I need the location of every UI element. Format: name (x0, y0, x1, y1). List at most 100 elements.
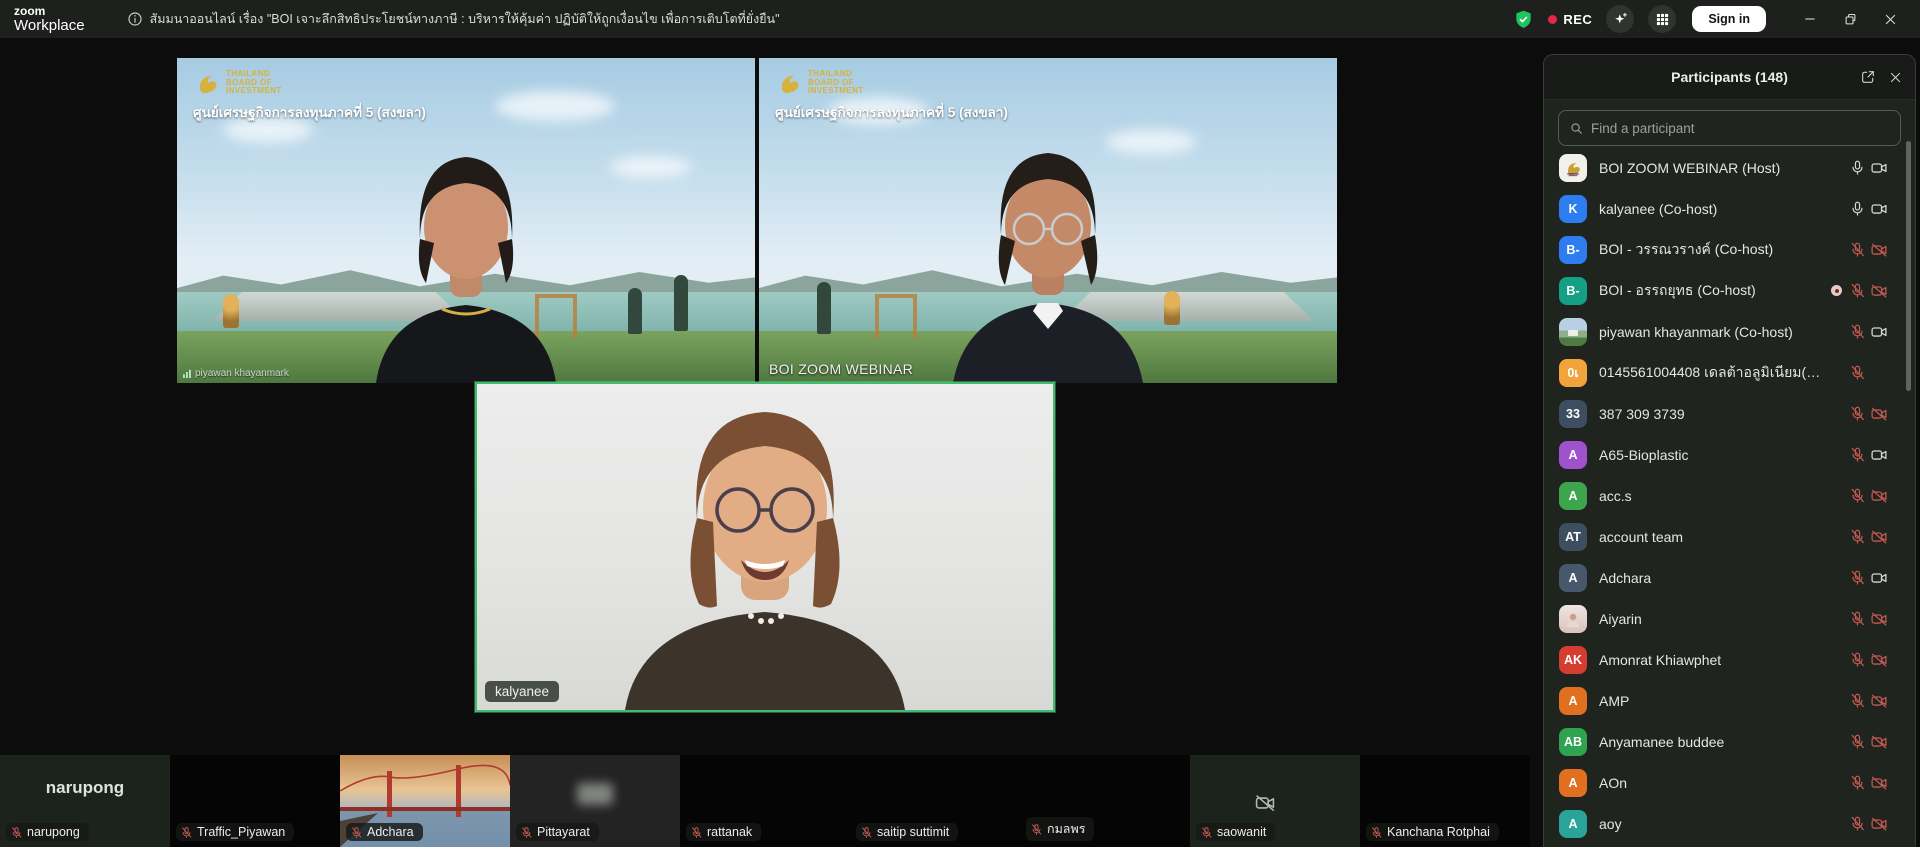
filmstrip-tile[interactable]: saowanit (1190, 755, 1360, 847)
participant-name-label: Kanchana Rotphai (1366, 823, 1499, 841)
zoom-workplace-logo: zoom Workplace (14, 5, 85, 33)
camera-off-icon (1868, 692, 1889, 710)
pop-out-icon[interactable] (1860, 69, 1876, 85)
filmstrip: narupong narupong Traffic_Piyawan (0, 755, 1530, 847)
avatar-initials: 0เ (1559, 359, 1587, 387)
participant-name: Amonrat Khiawphet (1599, 652, 1826, 668)
mic-muted-icon (1030, 823, 1043, 836)
participant-name: kalyanee (Co-host) (1599, 201, 1826, 217)
boi-caption: ศูนย์เศรษฐกิจการลงทุนภาคที่ 5 (สงขลา) (775, 101, 1008, 123)
camera-off-icon (1254, 792, 1276, 814)
participants-panel-header: Participants (148) (1544, 55, 1915, 100)
apps-grid-icon (1655, 12, 1670, 27)
participant-name: 387 309 3739 (1599, 406, 1826, 422)
participant-row[interactable]: K kalyanee (Co-host) (1544, 188, 1915, 229)
camera-off-icon (1868, 241, 1889, 259)
participant-name: AOn (1599, 775, 1826, 791)
camera-off-icon (1868, 487, 1889, 505)
search-placeholder: Find a participant (1591, 121, 1695, 136)
sign-in-button[interactable]: Sign in (1692, 6, 1766, 32)
participant-row[interactable]: Aiyarin (1544, 598, 1915, 639)
filmstrip-tile[interactable]: saitip suttimit (850, 755, 1020, 847)
participant-name: BOI - วรรณวรางค์ (Co-host) (1599, 239, 1826, 261)
avatar-initials: AK (1559, 646, 1587, 674)
camera-off-icon (1868, 774, 1889, 792)
avatar-initials: K (1559, 195, 1587, 223)
participant-row[interactable]: AB Anyamanee buddee (1544, 721, 1915, 762)
participant-row[interactable]: B- BOI - อรรถยุทธ (Co-host) (1544, 270, 1915, 311)
meeting-info[interactable]: สัมมนาออนไลน์ เรื่อง "BOI เจาะลึกสิทธิปร… (127, 9, 780, 29)
ai-companion-button[interactable] (1606, 5, 1634, 33)
participant-name: 0145561004408 เดลต้าอลูมิเนียม(ไทยแลนด์)… (1599, 362, 1826, 384)
rec-dot-icon (1548, 15, 1557, 24)
mic-muted-icon (1200, 826, 1213, 839)
mic-muted-icon (10, 826, 23, 839)
participant-row[interactable]: AK Amonrat Khiawphet (1544, 639, 1915, 680)
participant-row[interactable]: 0เ 0145561004408 เดลต้าอลูมิเนียม(ไทยแลน… (1544, 352, 1915, 393)
filmstrip-tile[interactable]: Kanchana Rotphai (1360, 755, 1530, 847)
camera-off-icon (1868, 610, 1889, 628)
apps-button[interactable] (1648, 5, 1676, 33)
video-tile-boi-webinar[interactable]: THAILAND BOARD OF INVESTMENT ศูนย์เศรษฐก… (759, 58, 1337, 383)
mic-muted-icon (1847, 610, 1868, 627)
avatar-initials: B- (1559, 236, 1587, 264)
participant-row[interactable]: piyawan khayanmark (Co-host) (1544, 311, 1915, 352)
participant-row[interactable]: A acc.s (1544, 475, 1915, 516)
participant-name-label: Pittayarat (516, 823, 599, 841)
boi-gold-swirl-icon (775, 71, 803, 95)
search-icon (1569, 121, 1584, 136)
close-panel-icon[interactable] (1888, 70, 1903, 85)
mic-on-icon (1847, 200, 1868, 217)
participant-name: Anyamanee buddee (1599, 734, 1826, 750)
info-icon (127, 11, 143, 27)
participant-name-label: kalyanee (485, 681, 559, 702)
boi-logo-text: THAILAND BOARD OF INVESTMENT (226, 70, 282, 96)
participant-row[interactable]: A A65-Bioplastic (1544, 434, 1915, 475)
participant-name-label: piyawan khayanmark (183, 368, 289, 379)
filmstrip-tile[interactable]: rattanak (680, 755, 850, 847)
search-participant-input[interactable]: Find a participant (1558, 110, 1901, 146)
scrollbar-thumb[interactable] (1906, 141, 1911, 391)
blurred-logo (577, 783, 613, 805)
meeting-title: สัมมนาออนไลน์ เรื่อง "BOI เจาะลึกสิทธิปร… (150, 9, 780, 29)
security-shield-icon[interactable] (1513, 9, 1534, 30)
restore-window-button[interactable] (1830, 0, 1870, 38)
camera-off-icon (1868, 528, 1889, 546)
participant-recording-icon (1831, 285, 1842, 296)
participant-row[interactable]: A AOn (1544, 762, 1915, 803)
boi-gold-swirl-icon (193, 71, 221, 95)
participant-row[interactable]: A aoy (1544, 803, 1915, 844)
filmstrip-tile[interactable]: กมลพร (1020, 755, 1190, 847)
minimize-button[interactable] (1790, 0, 1830, 38)
participant-name-label: saowanit (1196, 823, 1275, 841)
participants-list: BOI ZOOM WEBINAR (Host) K kalyanee (Co-h… (1544, 147, 1915, 847)
close-window-button[interactable] (1870, 0, 1910, 38)
participant-name-label: Adchara (346, 823, 423, 841)
camera-off-icon (1868, 282, 1889, 300)
boi-logo-overlay: THAILAND BOARD OF INVESTMENT ศูนย์เศรษฐก… (775, 70, 1008, 123)
active-speaker-video-kalyanee[interactable]: kalyanee (475, 382, 1055, 712)
filmstrip-tile[interactable]: Adchara (340, 755, 510, 847)
participant-row[interactable]: BOI ZOOM WEBINAR (Host) (1544, 147, 1915, 188)
boi-logo-text: THAILAND BOARD OF INVESTMENT (808, 70, 864, 96)
filmstrip-tile[interactable]: narupong narupong (0, 755, 170, 847)
mic-muted-icon (1847, 815, 1868, 832)
filmstrip-tile[interactable]: Traffic_Piyawan (170, 755, 340, 847)
avatar-photo (1559, 605, 1587, 633)
mic-muted-icon (1847, 405, 1868, 422)
mic-muted-icon (1847, 487, 1868, 504)
participant-name: BOI ZOOM WEBINAR (Host) (1599, 160, 1826, 176)
camera-on-icon (1868, 200, 1889, 218)
participant-row[interactable]: A Adchara (1544, 557, 1915, 598)
video-tile-piyawan[interactable]: THAILAND BOARD OF INVESTMENT ศูนย์เศรษฐก… (177, 58, 755, 383)
participant-row[interactable]: AT account team (1544, 516, 1915, 557)
mic-muted-icon (1847, 651, 1868, 668)
participant-row[interactable]: 33 387 309 3739 (1544, 393, 1915, 434)
participant-row[interactable]: A AMP (1544, 680, 1915, 721)
rec-label: REC (1563, 12, 1592, 27)
participant-row[interactable]: B- BOI - วรรณวรางค์ (Co-host) (1544, 229, 1915, 270)
mic-muted-icon (1847, 569, 1868, 586)
filmstrip-tile[interactable]: Pittayarat (510, 755, 680, 847)
avatar-initials: A (1559, 564, 1587, 592)
participant-person (555, 400, 975, 710)
